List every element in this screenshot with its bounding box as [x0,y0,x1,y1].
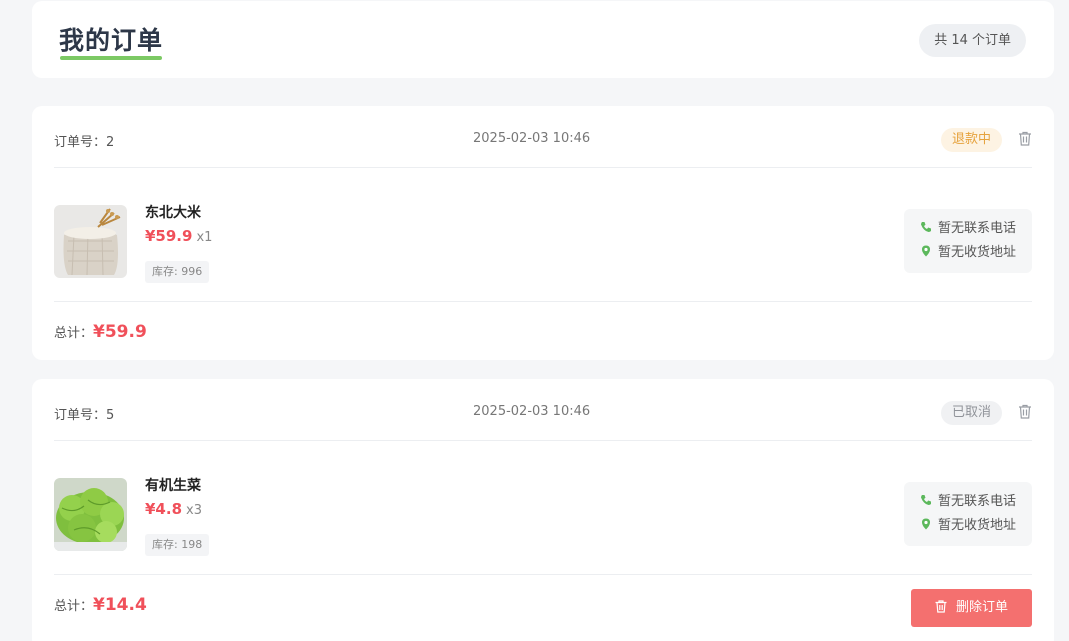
page-title: 我的订单 [59,26,164,55]
delete-order-button[interactable]: 删除订单 [911,589,1032,627]
stock-tag: 库存: 198 [145,534,210,556]
contact-info: 暂无联系电话 暂无收货地址 [904,209,1032,273]
contact-info: 暂无联系电话 暂无收货地址 [904,482,1032,546]
order-footer: 总计：¥59.9 [54,302,1032,360]
order-number: 订单号：5 [54,408,115,423]
quantity: x3 [186,503,202,518]
total-value: ¥14.4 [93,595,147,615]
status-badge: 退款中 [940,128,1002,152]
order-item: 有机生菜 ¥4.8 x3 库存: 198 暂无联系电话 暂无收货地址 [54,441,1032,575]
quantity: x1 [196,230,213,245]
phone-icon [921,495,931,505]
status-badge: 已取消 [940,401,1002,425]
title-underline [60,56,162,60]
price-value: ¥59.9 [145,227,193,245]
total-label: 总计： [54,326,94,341]
order-total: 总计：¥14.4 [54,595,147,617]
phone-icon [921,222,931,232]
trash-icon[interactable] [1018,131,1032,146]
delete-order-label: 删除订单 [955,600,1008,615]
trash-icon[interactable] [1018,404,1032,419]
product-name[interactable]: 东北大米 [145,202,201,222]
product-name[interactable]: 有机生菜 [145,475,201,495]
order-card: 订单号：2 2025-02-03 10:46 退款中 东北大米 ¥59.9 x1 … [32,106,1054,360]
stock-tag: 库存: 996 [145,261,210,283]
order-number: 订单号：2 [54,135,115,150]
order-time: 2025-02-03 10:46 [473,131,591,146]
order-total: 总计：¥59.9 [54,322,147,344]
order-card: 订单号：5 2025-02-03 10:46 已取消 有机生菜 ¥4.8 x3 库… [32,379,1054,641]
lettuce-image[interactable] [54,478,127,551]
order-header: 订单号：2 2025-02-03 10:46 退款中 [54,106,1032,168]
order-time: 2025-02-03 10:46 [473,404,591,419]
price-value: ¥4.8 [145,500,183,518]
location-pin-icon [922,518,930,530]
product-price: ¥59.9 x1 [145,227,212,245]
order-footer: 总计：¥14.4 删除订单 [54,575,1032,633]
order-count-badge: 共 14 个订单 [919,24,1026,57]
trash-icon [935,600,947,613]
total-label: 总计： [54,599,94,614]
address-text: 暂无收货地址 [938,245,1017,260]
order-header: 订单号：5 2025-02-03 10:46 已取消 [54,379,1032,441]
phone-line: 暂无联系电话 [920,220,1016,238]
phone-text: 暂无联系电话 [938,494,1017,509]
product-price: ¥4.8 x3 [145,500,202,518]
order-item: 东北大米 ¥59.9 x1 库存: 996 暂无联系电话 暂无收货地址 [54,168,1032,302]
phone-line: 暂无联系电话 [920,493,1016,511]
total-value: ¥59.9 [93,322,147,342]
address-text: 暂无收货地址 [938,518,1017,533]
rice-sack-image[interactable] [54,205,127,278]
address-line: 暂无收货地址 [920,517,1016,535]
address-line: 暂无收货地址 [920,244,1016,262]
phone-text: 暂无联系电话 [938,221,1017,236]
location-pin-icon [922,245,930,257]
header-card: 我的订单 共 14 个订单 [32,1,1054,78]
